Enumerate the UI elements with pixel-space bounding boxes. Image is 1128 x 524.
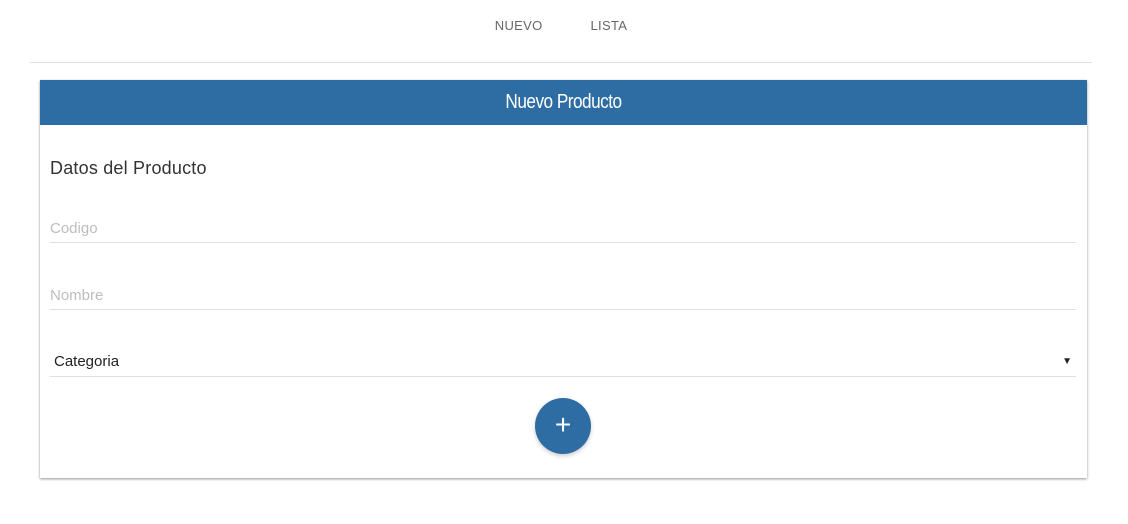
codigo-field: [50, 208, 1076, 243]
codigo-input[interactable]: [50, 208, 1076, 242]
section-title: Datos del Producto: [50, 158, 207, 178]
categoria-select[interactable]: Categoria ▼: [50, 342, 1076, 377]
card-header: Nuevo Producto: [40, 80, 1087, 125]
top-navigation: NUEVO LISTA: [30, 0, 1092, 63]
plus-icon: +: [554, 409, 572, 440]
nombre-input[interactable]: [50, 275, 1076, 309]
product-form-card: Nuevo Producto Datos del Producto Catego…: [40, 80, 1087, 478]
card-header-title: Nuevo Producto: [113, 80, 1014, 125]
nav-link-lista[interactable]: LISTA: [591, 15, 628, 33]
categoria-select-value: Categoria: [54, 352, 120, 370]
dropdown-caret-icon: ▼: [1062, 355, 1072, 367]
nombre-field: [50, 275, 1076, 310]
nav-link-nuevo[interactable]: NUEVO: [495, 15, 543, 33]
add-product-button[interactable]: +: [535, 398, 591, 454]
